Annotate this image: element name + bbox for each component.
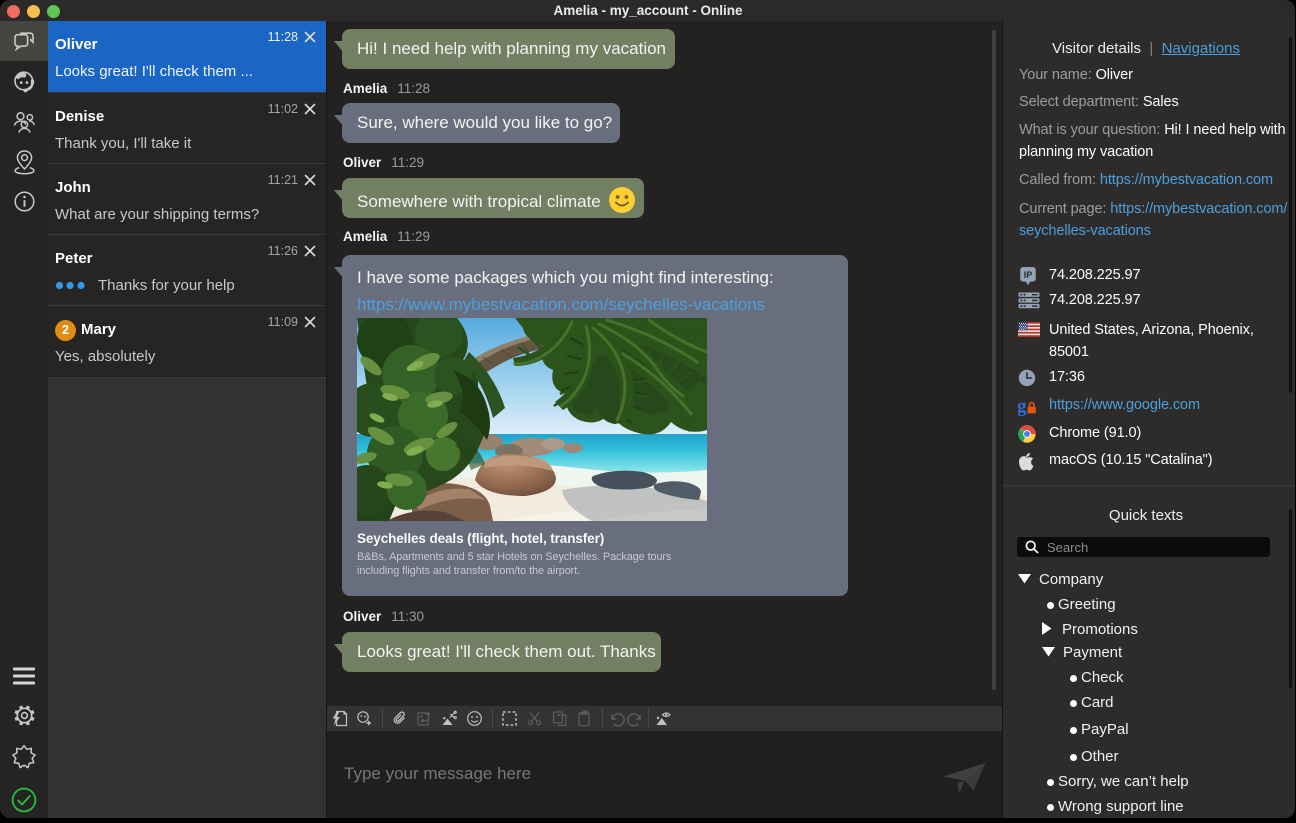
svg-text:IP: IP — [1024, 270, 1033, 280]
svg-text:g: g — [1018, 397, 1027, 416]
